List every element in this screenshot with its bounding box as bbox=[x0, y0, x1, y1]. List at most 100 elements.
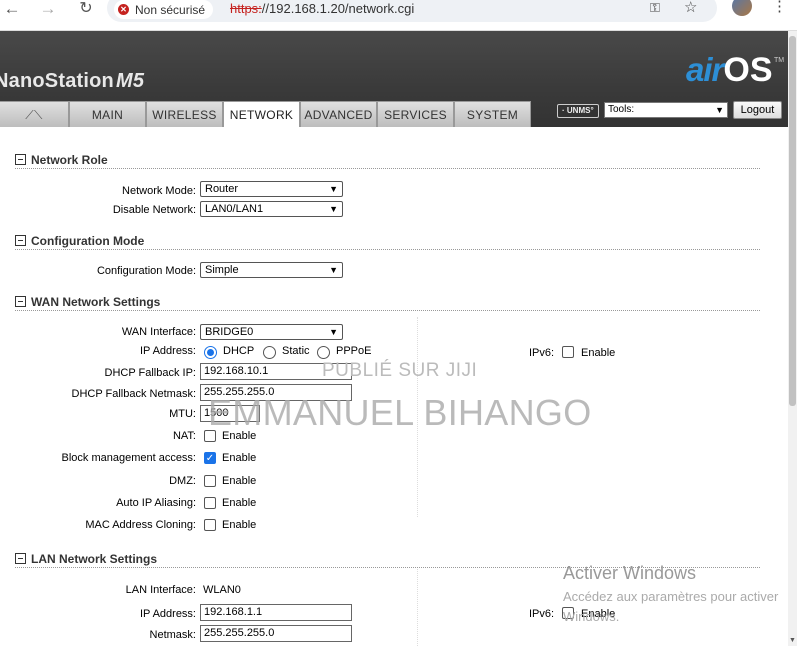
dhcp-fallback-ip-label: DHCP Fallback IP: bbox=[104, 367, 197, 379]
block-management-enable-label: Enable bbox=[222, 452, 257, 464]
security-label: Non sécurisé bbox=[135, 2, 206, 17]
chevron-down-icon: ▼ bbox=[329, 204, 338, 214]
reload-icon[interactable]: ↻ bbox=[76, 0, 96, 20]
logo-air: air bbox=[686, 51, 724, 88]
tab-ubiquiti-logo[interactable]: ⟋⟍ bbox=[0, 101, 69, 127]
auto-ip-aliasing-checkbox[interactable] bbox=[204, 497, 216, 509]
section-configuration-mode[interactable]: Configuration Mode bbox=[15, 234, 144, 248]
radio-static-label: Static bbox=[282, 345, 310, 357]
wan-interface-select[interactable]: BRIDGE0 ▼ bbox=[200, 324, 343, 340]
configuration-mode-label: Configuration Mode: bbox=[96, 265, 196, 277]
wan-ipv6-label: IPv6: bbox=[529, 347, 555, 359]
dmz-enable-label: Enable bbox=[222, 475, 257, 487]
mac-cloning-checkbox[interactable] bbox=[204, 519, 216, 531]
tab-advanced[interactable]: ADVANCED bbox=[300, 101, 377, 127]
section-title-text: Network Role bbox=[31, 153, 108, 167]
section-divider bbox=[15, 310, 760, 311]
lan-interface-label: LAN Interface: bbox=[125, 584, 196, 596]
wan-interface-value: BRIDGE0 bbox=[205, 326, 254, 338]
chevron-down-icon: ▼ bbox=[329, 184, 338, 194]
wan-ip-label: IP Address: bbox=[139, 345, 196, 357]
tools-select-value: Tools: bbox=[608, 104, 635, 115]
section-wan-network[interactable]: WAN Network Settings bbox=[15, 295, 160, 309]
watermark-top: PUBLIÉ SUR JIJI bbox=[322, 360, 478, 381]
logout-button[interactable]: Logout bbox=[733, 101, 782, 119]
chevron-down-icon: ▼ bbox=[329, 265, 338, 275]
auto-ip-aliasing-label: Auto IP Aliasing: bbox=[116, 497, 196, 509]
column-divider bbox=[417, 567, 418, 646]
collapse-icon[interactable] bbox=[15, 154, 26, 165]
nat-label: NAT: bbox=[172, 430, 196, 442]
bookmark-star-icon[interactable]: ☆ bbox=[684, 0, 697, 16]
network-mode-select[interactable]: Router ▼ bbox=[200, 181, 343, 197]
collapse-icon[interactable] bbox=[15, 553, 26, 564]
mtu-label: MTU: bbox=[169, 408, 196, 420]
url-scheme: https: bbox=[230, 1, 262, 16]
tab-system[interactable]: SYSTEM bbox=[454, 101, 531, 127]
radio-static[interactable] bbox=[263, 346, 276, 359]
wan-ipv6-checkbox[interactable] bbox=[562, 346, 574, 358]
section-divider bbox=[15, 168, 760, 169]
product-name: NanoStation M5 bbox=[0, 70, 144, 93]
dhcp-fallback-netmask-label: DHCP Fallback Netmask: bbox=[71, 388, 197, 400]
url-path: //192.168.1.20/network.cgi bbox=[261, 1, 415, 16]
app-header: NanoStation M5 airOS TM ⟋⟍ MAIN WIRELESS N… bbox=[0, 31, 797, 128]
lan-netmask-input[interactable]: 255.255.255.0 bbox=[200, 625, 352, 642]
auto-ip-aliasing-enable-label: Enable bbox=[222, 497, 257, 509]
tab-main-label: MAIN bbox=[91, 108, 124, 122]
chevron-down-icon: ▼ bbox=[715, 105, 724, 115]
dmz-checkbox[interactable] bbox=[204, 475, 216, 487]
dmz-label: DMZ: bbox=[169, 475, 196, 487]
lan-interface-value: WLAN0 bbox=[203, 584, 241, 596]
tab-network[interactable]: NETWORK bbox=[223, 101, 300, 128]
tab-main[interactable]: MAIN bbox=[69, 101, 146, 127]
block-management-checkbox[interactable]: ✓ bbox=[204, 452, 216, 464]
tab-wireless[interactable]: WIRELESS bbox=[146, 101, 223, 127]
tab-services-label: SERVICES bbox=[384, 108, 447, 122]
radio-dhcp-label: DHCP bbox=[223, 345, 255, 357]
product-model: M5 bbox=[115, 70, 145, 92]
airos-logo: airOS TM bbox=[686, 51, 784, 90]
radio-pppoe-label: PPPoE bbox=[336, 345, 372, 357]
radio-dhcp[interactable] bbox=[204, 346, 217, 359]
back-arrow-icon[interactable]: ← bbox=[2, 0, 22, 20]
more-menu-icon[interactable]: ⋮ bbox=[772, 0, 787, 15]
configuration-mode-select[interactable]: Simple ▼ bbox=[200, 262, 343, 278]
network-settings-panel: Network Role Network Mode: Router ▼ Disab… bbox=[0, 127, 788, 646]
disable-network-value: LAN0/LAN1 bbox=[205, 203, 264, 215]
forward-arrow-icon[interactable]: → bbox=[38, 0, 58, 20]
browser-toolbar: ← → ↻ ✕ Non sécurisé https://192.168.1.2… bbox=[0, 0, 797, 31]
scrollbar-thumb[interactable] bbox=[789, 36, 796, 406]
section-lan-network[interactable]: LAN Network Settings bbox=[15, 552, 157, 566]
tab-advanced-label: ADVANCED bbox=[304, 108, 373, 122]
lan-ip-input[interactable]: 192.168.1.1 bbox=[200, 604, 352, 621]
configuration-mode-value: Simple bbox=[205, 264, 239, 276]
address-bar[interactable]: ✕ Non sécurisé https://192.168.1.20/netw… bbox=[107, 0, 717, 22]
disable-network-select[interactable]: LAN0/LAN1 ▼ bbox=[200, 201, 343, 217]
lan-ipv6-label: IPv6: bbox=[529, 608, 555, 620]
windows-activation-line1: Accédez aux paramètres pour activer bbox=[563, 589, 779, 604]
block-management-label: Block management access: bbox=[61, 452, 196, 464]
tools-select[interactable]: Tools: ▼ bbox=[604, 102, 728, 118]
network-mode-value: Router bbox=[205, 183, 239, 195]
product-name-text: NanoStation bbox=[0, 70, 114, 92]
tab-services[interactable]: SERVICES bbox=[377, 101, 454, 127]
section-network-role[interactable]: Network Role bbox=[15, 153, 108, 167]
wan-interface-label: WAN Interface: bbox=[121, 326, 196, 338]
section-divider bbox=[15, 249, 760, 250]
radio-pppoe[interactable] bbox=[317, 346, 330, 359]
section-title-text: WAN Network Settings bbox=[31, 295, 161, 309]
not-secure-icon: ✕ bbox=[118, 4, 129, 15]
section-title-text: Configuration Mode bbox=[31, 234, 145, 248]
disable-network-label: Disable Network: bbox=[112, 204, 196, 216]
collapse-icon[interactable] bbox=[15, 235, 26, 246]
collapse-icon[interactable] bbox=[15, 296, 26, 307]
profile-avatar[interactable] bbox=[732, 0, 752, 16]
url-text[interactable]: https://192.168.1.20/network.cgi bbox=[230, 1, 414, 16]
page-scrollbar[interactable]: ▼ bbox=[788, 31, 797, 646]
unms-button[interactable]: · UNMS° bbox=[557, 104, 599, 118]
security-chip[interactable]: ✕ Non sécurisé bbox=[114, 0, 214, 19]
key-icon[interactable]: ⚿ bbox=[650, 0, 660, 16]
lan-netmask-label: Netmask: bbox=[149, 629, 196, 641]
scroll-down-icon[interactable]: ▼ bbox=[789, 637, 796, 644]
